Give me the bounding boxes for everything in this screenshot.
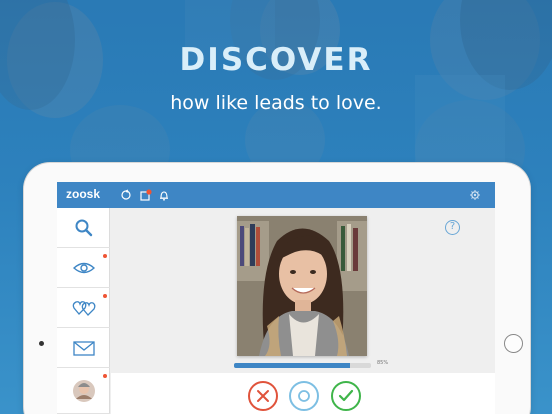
carousel-progress-bar	[234, 363, 371, 368]
notification-dot	[103, 294, 107, 298]
sidebar-item-profile[interactable]	[57, 368, 110, 414]
profile-photo	[237, 216, 367, 356]
tablet-home-button	[504, 334, 523, 353]
envelope-icon	[72, 340, 95, 356]
yes-button[interactable]	[331, 381, 361, 411]
sidebar-item-matches[interactable]	[57, 288, 110, 328]
sidebar-item-views[interactable]	[57, 248, 110, 288]
zoosk-logo: zoosk	[66, 187, 101, 201]
ring-icon	[298, 390, 310, 402]
sidebar-item-search[interactable]	[57, 208, 110, 248]
sync-icon[interactable]	[120, 189, 132, 201]
bell-icon[interactable]	[158, 189, 170, 201]
headline: DISCOVER	[179, 42, 373, 78]
progress-label: 85%	[377, 360, 389, 366]
progress-fill	[234, 363, 351, 368]
sidebar-nav	[57, 208, 110, 414]
maybe-button[interactable]	[289, 381, 319, 411]
subheadline: how like leads to love.	[170, 92, 382, 114]
check-icon	[338, 389, 354, 402]
notification-dot	[103, 374, 107, 378]
search-icon	[75, 219, 92, 236]
app-screen: zoosk ? 85%	[57, 182, 495, 414]
app-topbar: zoosk	[57, 182, 495, 208]
tablet-camera	[39, 341, 44, 346]
message-badge-icon[interactable]	[140, 189, 152, 201]
help-button[interactable]: ?	[445, 220, 460, 235]
hearts-icon	[72, 300, 95, 316]
profile-photo-card[interactable]	[237, 216, 367, 356]
eye-icon	[72, 262, 95, 273]
sidebar-item-messages[interactable]	[57, 328, 110, 368]
avatar	[72, 379, 95, 402]
x-icon	[257, 390, 269, 402]
gear-icon[interactable]	[469, 189, 481, 201]
tablet-frame: zoosk ? 85%	[24, 163, 530, 414]
carousel-main: ? 85%	[111, 208, 495, 414]
action-panel	[111, 373, 495, 414]
notification-dot	[103, 254, 107, 258]
no-button[interactable]	[248, 381, 278, 411]
